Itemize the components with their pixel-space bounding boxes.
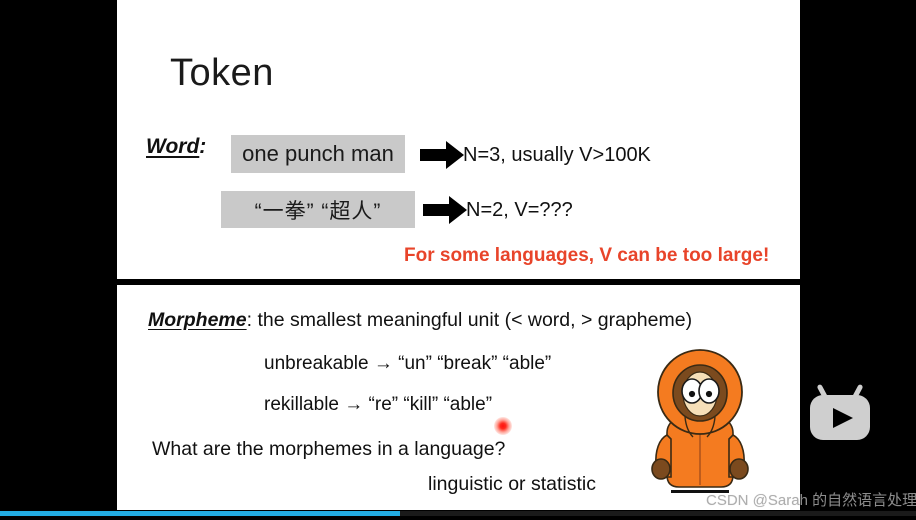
laser-pointer-dot xyxy=(494,417,512,435)
video-player-stage: Token Word: one punch man N=3, usually V… xyxy=(0,0,916,520)
slide-title: Token xyxy=(170,52,274,94)
morpheme-example-2: rekillable → “re” “kill” “able” xyxy=(264,394,493,415)
word-row-2-result: N=2, V=??? xyxy=(466,199,573,221)
morpheme-answer-text: linguistic or statistic xyxy=(428,473,596,495)
morpheme-label: Morpheme xyxy=(148,309,247,331)
vocabulary-warning-text: For some languages, V can be too large! xyxy=(404,245,770,266)
token-box-chinese: “一拳” “超人” xyxy=(221,191,415,228)
watermark-part-dark: h 的自然语言处理 xyxy=(799,492,916,509)
video-progress-fill[interactable] xyxy=(0,511,400,516)
csdn-watermark: CSDN @Sarah 的自然语言处理 xyxy=(706,489,916,510)
morpheme-question-text: What are the morphemes in a language? xyxy=(152,438,506,460)
kenny-south-park-character xyxy=(645,347,755,502)
right-arrow-icon xyxy=(420,141,464,169)
morpheme-definition-text: : the smallest meaningful unit (< word, … xyxy=(246,309,693,331)
morpheme-example-1: unbreakable → “un” “break” “able” xyxy=(264,353,552,374)
watermark-part-light: CSDN @Sara xyxy=(706,492,800,509)
word-label-colon: : xyxy=(199,135,207,158)
word-label-text: Word xyxy=(146,135,200,158)
morpheme-definition-line: Morpheme: the smallest meaningful unit (… xyxy=(148,309,692,332)
bilibili-logo xyxy=(804,382,876,446)
token-box-english: one punch man xyxy=(231,135,405,173)
word-section-label: Word: xyxy=(146,135,206,159)
word-row-1-result: N=3, usually V>100K xyxy=(463,144,651,166)
right-arrow-icon-2 xyxy=(423,196,467,224)
player-left-black-bar xyxy=(0,494,117,511)
